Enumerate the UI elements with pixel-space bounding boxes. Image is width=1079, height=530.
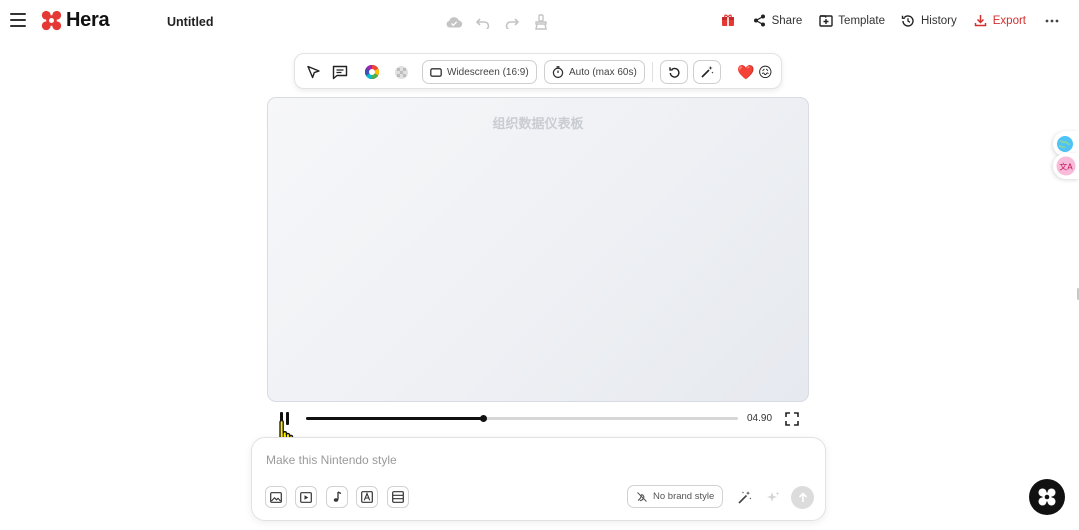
add-layout-button[interactable]	[387, 486, 409, 508]
history-icon	[901, 13, 916, 28]
hera-logo-icon	[41, 10, 62, 31]
prompt-box: No brand style	[251, 437, 826, 521]
document-title[interactable]: Untitled	[167, 15, 214, 29]
duration-select[interactable]: Auto (max 60s)	[544, 60, 645, 84]
edit-tools	[445, 13, 550, 31]
brand-style-select[interactable]: No brand style	[627, 485, 724, 508]
replay-icon	[668, 66, 680, 78]
app-logo[interactable]: Hera	[41, 9, 110, 32]
share-icon	[752, 13, 767, 28]
video-icon	[300, 491, 312, 503]
gift-icon	[721, 13, 736, 28]
list-layout-icon	[392, 491, 404, 503]
export-label: Export	[992, 14, 1026, 27]
enhance-prompt-button[interactable]	[734, 487, 754, 507]
timeline-progress	[306, 417, 484, 420]
redo-icon[interactable]	[503, 13, 521, 31]
add-video-button[interactable]	[295, 486, 317, 508]
playback-time: 04.90	[747, 413, 773, 424]
comment-icon[interactable]	[330, 62, 350, 82]
replay-button[interactable]	[660, 60, 688, 84]
send-button[interactable]	[791, 486, 814, 509]
globe-icon	[1057, 136, 1073, 152]
no-brand-icon	[637, 491, 647, 502]
timeline-scrubber[interactable]	[306, 415, 738, 422]
heart-emoji-icon[interactable]: ❤️	[737, 63, 754, 81]
video-canvas[interactable]: 组织数据仪表板	[267, 97, 809, 402]
undo-icon[interactable]	[474, 13, 492, 31]
ai-sparkle-button[interactable]	[763, 487, 783, 507]
brand-style-label: No brand style	[653, 491, 715, 502]
confounded-emoji-icon[interactable]: 😖	[758, 63, 773, 81]
hamburger-menu-icon[interactable]	[10, 13, 26, 27]
add-image-button[interactable]	[265, 486, 287, 508]
timeline-handle[interactable]	[480, 415, 488, 422]
template-button[interactable]: Template	[818, 13, 885, 28]
arrow-up-icon	[798, 492, 807, 502]
fullscreen-icon[interactable]	[785, 412, 799, 426]
hera-logo-icon	[1038, 488, 1056, 506]
canvas-toolbar: Widescreen (16:9) Auto (max 60s) ❤️ 😖	[294, 53, 782, 89]
music-note-icon	[333, 491, 342, 502]
prompt-input[interactable]	[266, 450, 806, 470]
more-options-button[interactable]	[1044, 13, 1059, 28]
translate-extension-button[interactable]: 文A	[1053, 153, 1079, 179]
share-button[interactable]: Share	[752, 13, 803, 28]
history-button[interactable]: History	[901, 13, 957, 28]
canvas-title: 组织数据仪表板	[492, 116, 584, 131]
more-horizontal-icon	[1044, 13, 1059, 28]
widescreen-icon	[430, 67, 442, 77]
magic-wand-icon	[737, 490, 751, 504]
top-bar: Hera Untitled Share Template History Exp…	[0, 0, 1079, 44]
clean-brush-icon[interactable]	[532, 13, 550, 31]
share-label: Share	[771, 14, 803, 27]
font-icon	[361, 491, 373, 503]
hera-assistant-button[interactable]	[1029, 479, 1065, 515]
history-label: History	[920, 14, 957, 27]
svg-text:文A: 文A	[1059, 162, 1073, 172]
duration-label: Auto (max 60s)	[569, 66, 637, 78]
export-button[interactable]: Export	[973, 13, 1026, 28]
aspect-ratio-select[interactable]: Widescreen (16:9)	[422, 60, 537, 84]
cloud-saved-icon[interactable]	[445, 13, 463, 31]
toolbar-divider	[652, 62, 653, 82]
magic-wand-button[interactable]	[693, 60, 721, 84]
gift-button[interactable]	[721, 13, 736, 28]
download-icon	[973, 13, 988, 28]
aspect-ratio-label: Widescreen (16:9)	[447, 66, 529, 78]
translate-icon: 文A	[1056, 156, 1076, 176]
sparkle-icon	[766, 491, 779, 502]
image-icon	[270, 491, 282, 503]
transparency-icon[interactable]	[391, 62, 411, 82]
timer-icon	[552, 66, 564, 78]
app-name: Hera	[66, 9, 110, 31]
template-label: Template	[838, 14, 885, 27]
magic-wand-icon	[701, 66, 714, 78]
select-pointer-icon[interactable]	[303, 62, 323, 82]
template-icon	[818, 13, 833, 28]
color-wheel-icon[interactable]	[362, 62, 382, 82]
add-font-button[interactable]	[356, 486, 378, 508]
header-actions: Share Template History Export	[705, 13, 1059, 28]
add-audio-button[interactable]	[326, 486, 348, 508]
